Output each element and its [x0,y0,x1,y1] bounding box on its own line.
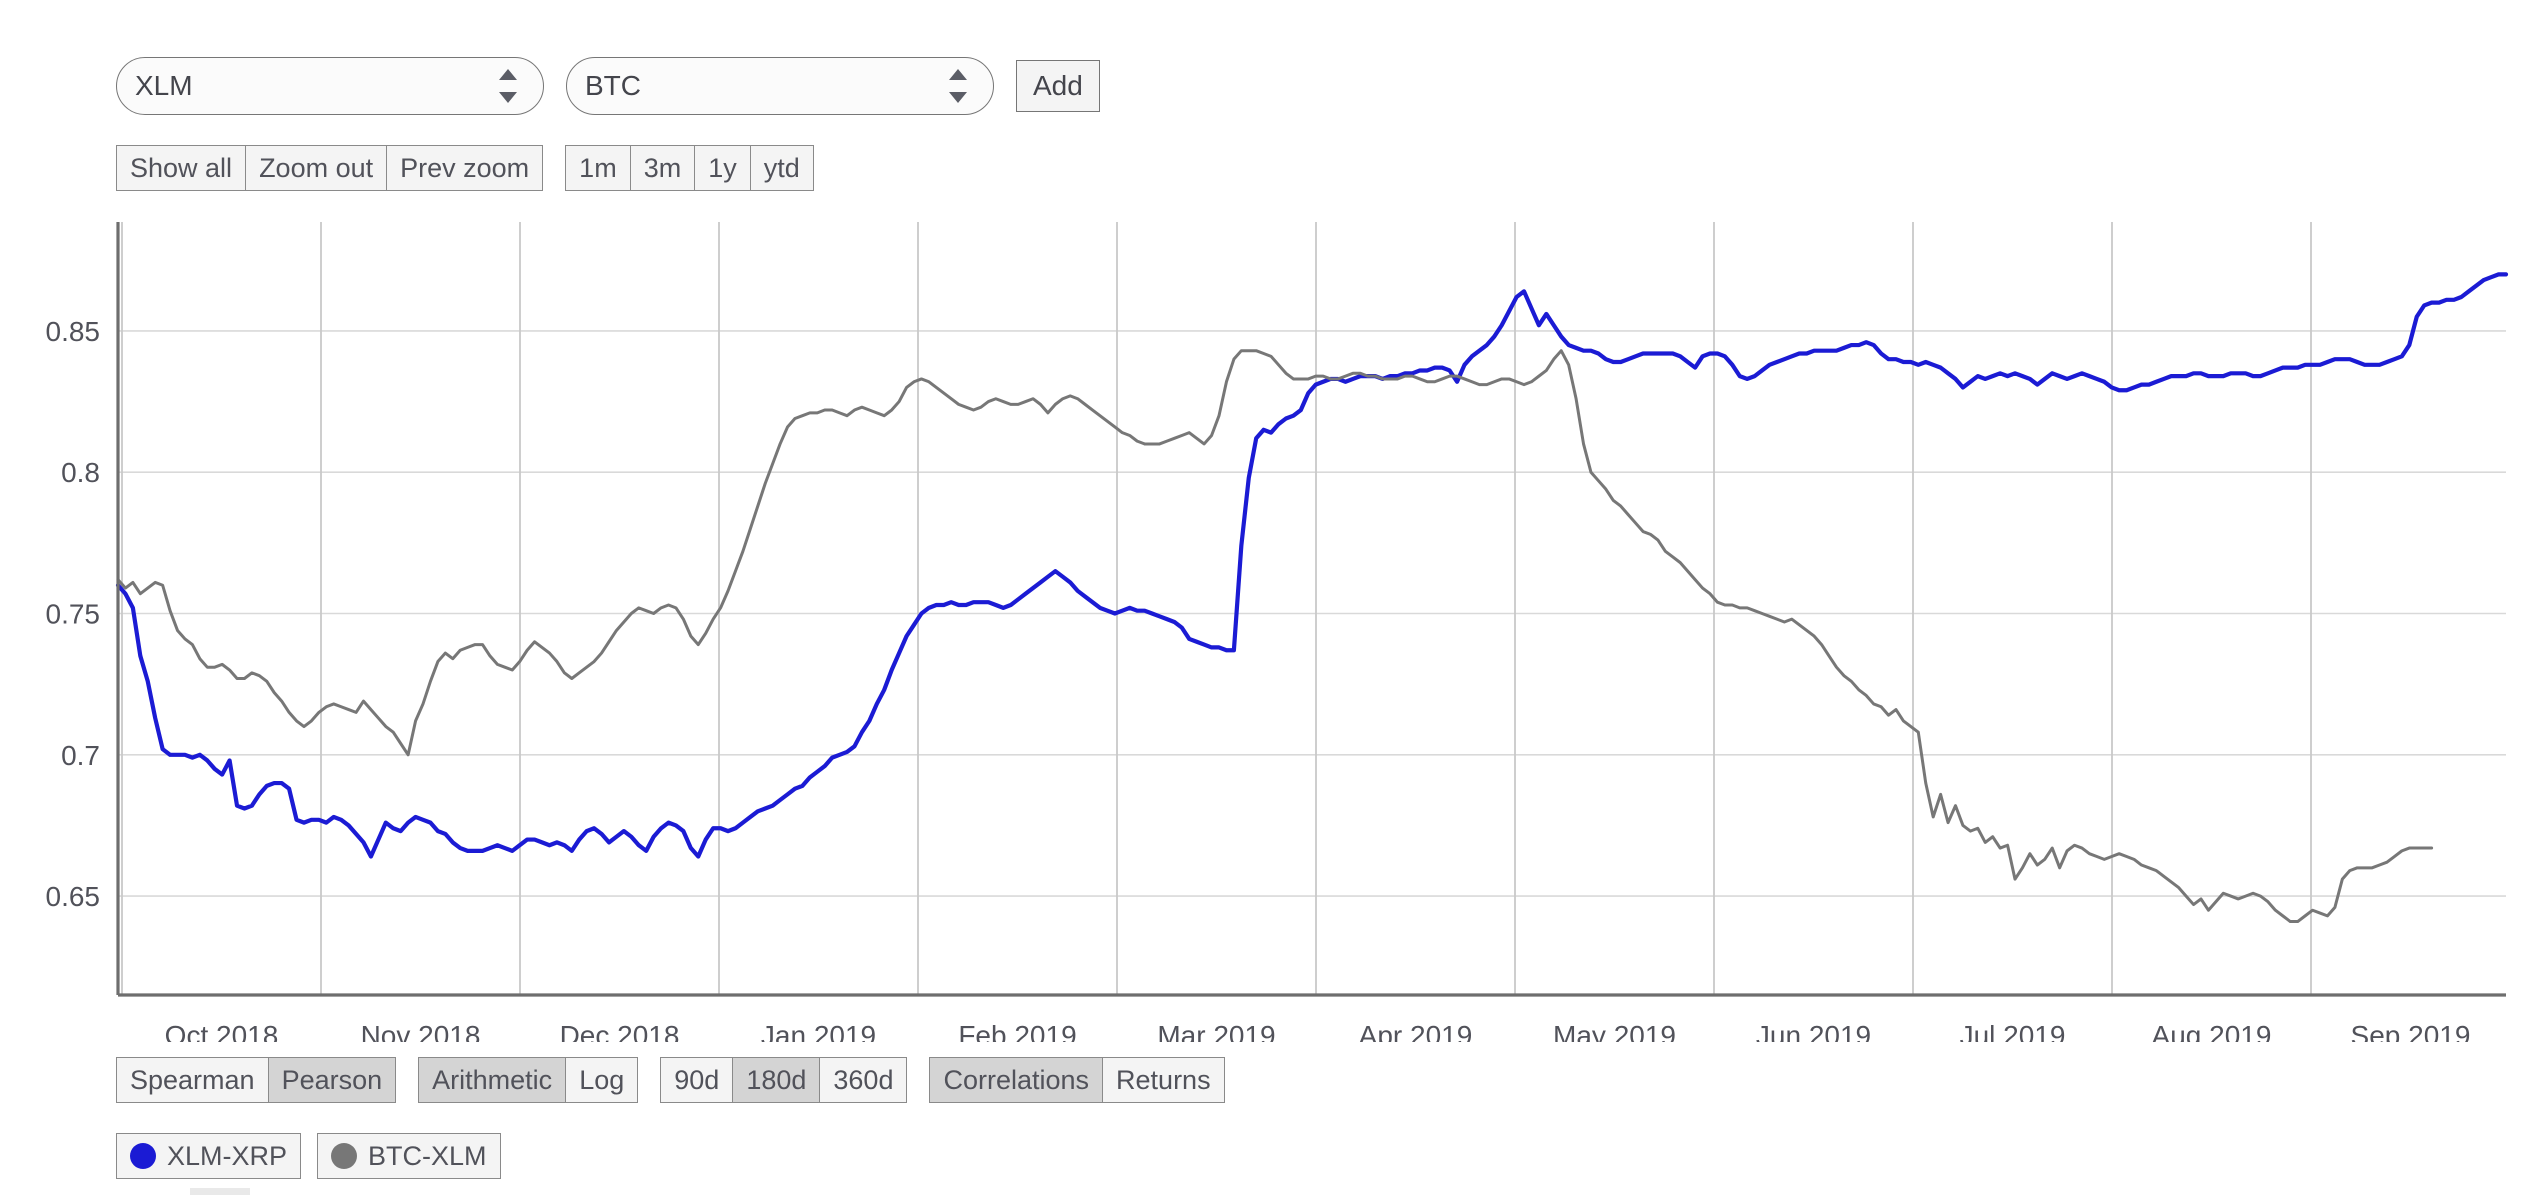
x-tick-label: May 2019 [1553,1020,1676,1042]
method-btn-pearson[interactable]: Pearson [267,1057,397,1103]
timeframe-btn-ytd[interactable]: ytd [749,145,814,191]
window-group: 90d 180d 360d [660,1057,908,1103]
window-btn-360d[interactable]: 360d [819,1057,908,1103]
zoom-button-group: Show all Zoom out Prev zoom [116,145,544,191]
mode-group: Correlations Returns [929,1057,1225,1103]
asset-2-select[interactable]: BTC [566,57,994,115]
y-tick-label: 0.7 [61,740,100,771]
timeframe-btn-3m[interactable]: 3m [629,145,695,191]
correlation-line-chart[interactable]: 0.65 0.7 0.75 0.8 0.85 Oct 2018 Nov 2018 Dec 20… [0,222,2522,1042]
y-tick-label: 0.85 [46,316,101,347]
x-tick-label: Dec 2018 [560,1020,680,1042]
chart-container[interactable]: 0.65 0.7 0.75 0.8 0.85 Oct 2018 Nov 2018 Dec 20… [0,222,2522,1042]
series-line-btc-xlm [116,349,2434,924]
page-clip-artifact [190,1188,250,1195]
legend-color-dot-icon [130,1143,156,1169]
series-line-xlm-xrp [115,272,2509,859]
y-tick-label: 0.65 [46,881,101,912]
zoom-btn-zoom-out[interactable]: Zoom out [245,145,387,191]
zoom-controls-row: Show all Zoom out Prev zoom 1m 3m 1y ytd [116,145,814,191]
chart-options-row: Spearman Pearson Arithmetic Log 90d 180d 360… [116,1057,1225,1103]
timeframe-btn-1m[interactable]: 1m [565,145,630,191]
scale-btn-log[interactable]: Log [565,1057,639,1103]
chart-legend: XLM-XRP BTC-XLM [116,1133,501,1179]
mode-btn-correlations[interactable]: Correlations [929,1057,1103,1103]
correlation-method-group: Spearman Pearson [116,1057,397,1103]
correlation-chart-app: XLM BTC Add Show all Zoom out Prev zoom 1m… [0,0,2522,1195]
x-tick-label: Feb 2019 [958,1020,1076,1042]
zoom-btn-show-all[interactable]: Show all [116,145,246,191]
x-tick-label: Aug 2019 [2152,1020,2272,1042]
scale-group: Arithmetic Log [418,1057,639,1103]
mode-btn-returns[interactable]: Returns [1102,1057,1225,1103]
legend-item-xlm-xrp[interactable]: XLM-XRP [116,1133,302,1179]
legend-label: BTC-XLM [368,1140,487,1171]
scale-btn-arithmetic[interactable]: Arithmetic [418,1057,566,1103]
y-tick-label: 0.75 [46,599,101,630]
select-spinner-icon [499,69,517,103]
zoom-btn-prev-zoom[interactable]: Prev zoom [386,145,544,191]
x-tick-label: Mar 2019 [1157,1020,1275,1042]
asset-1-select[interactable]: XLM [116,57,544,115]
x-tick-label: Jul 2019 [1960,1020,2066,1042]
asset-selector-row: XLM BTC Add [116,57,1100,115]
asset-1-value: XLM [135,70,193,101]
x-tick-label: Oct 2018 [165,1020,279,1042]
x-tick-label: Jan 2019 [761,1020,876,1042]
y-tick-label: 0.8 [61,457,100,488]
window-btn-180d[interactable]: 180d [732,1057,820,1103]
x-tick-label: Apr 2019 [1359,1020,1473,1042]
timeframe-button-group: 1m 3m 1y ytd [565,145,814,191]
asset-2-value: BTC [585,70,641,101]
x-tick-label: Nov 2018 [361,1020,481,1042]
select-spinner-icon [949,69,967,103]
timeframe-btn-1y[interactable]: 1y [694,145,750,191]
add-button[interactable]: Add [1016,60,1100,112]
legend-label: XLM-XRP [167,1140,288,1171]
x-tick-label: Jun 2019 [1756,1020,1871,1042]
method-btn-spearman[interactable]: Spearman [116,1057,268,1103]
legend-item-btc-xlm[interactable]: BTC-XLM [317,1133,501,1179]
legend-color-dot-icon [331,1143,358,1169]
x-tick-label: Sep 2019 [2351,1020,2471,1042]
window-btn-90d[interactable]: 90d [660,1057,733,1103]
